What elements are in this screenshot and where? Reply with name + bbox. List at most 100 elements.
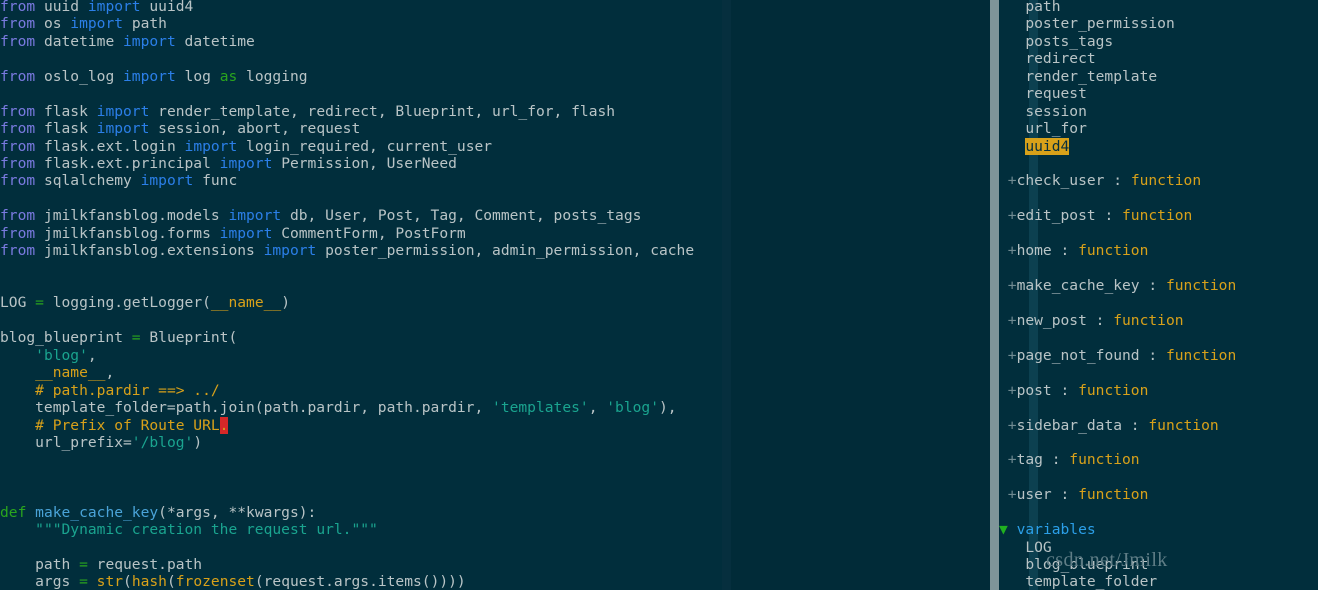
tagbar-indent	[999, 556, 1025, 573]
tagbar-item-template_folder[interactable]: template_folder	[999, 573, 1318, 590]
code-token: import	[87, 0, 150, 15]
tagbar-item-poster_permission[interactable]: poster_permission	[999, 15, 1318, 32]
code-token: blog_blueprint	[0, 329, 132, 347]
code-token: Blueprint(	[149, 329, 238, 347]
tagbar-spacer	[999, 155, 1318, 172]
code-line: from sqlalchemy import func	[0, 172, 694, 189]
source-code-text[interactable]: from uuid import uuid4 from os import pat…	[0, 0, 694, 590]
code-token: session, abort, request	[158, 120, 361, 138]
code-line: url_prefix='/blog')	[0, 434, 694, 451]
code-token: )	[281, 294, 290, 312]
tagbar-separator: :	[1095, 207, 1123, 225]
tagbar-item-home[interactable]: +home : function	[999, 242, 1318, 259]
editor-pane[interactable]: from uuid import uuid4 from os import pat…	[0, 0, 722, 590]
tagbar-item-user[interactable]: +user : function	[999, 486, 1318, 503]
expand-plus-icon[interactable]: +	[999, 312, 1017, 329]
tagbar-pane[interactable]: path poster_permission posts_tags redire…	[999, 0, 1318, 590]
tagbar-item-post[interactable]: +post : function	[999, 382, 1318, 399]
tagbar-separator: :	[1139, 346, 1166, 364]
tagbar-indent	[999, 138, 1025, 155]
code-line: from jmilkfansblog.extensions import pos…	[0, 242, 694, 259]
tagbar-item-label: poster_permission	[1025, 15, 1175, 33]
chevron-down-icon[interactable]: ▼	[999, 521, 1008, 538]
expand-plus-icon[interactable]: +	[999, 382, 1017, 399]
tagbar-separator: :	[1051, 486, 1079, 504]
tagbar-item-page_not_found[interactable]: +page_not_found : function	[999, 347, 1318, 364]
tagbar-separator: :	[1086, 311, 1114, 329]
code-token: from	[0, 67, 44, 85]
code-token: from	[0, 242, 44, 260]
code-token: from	[0, 224, 44, 242]
code-token: flask	[43, 102, 97, 120]
tagbar-item-tag[interactable]: +tag : function	[999, 451, 1318, 468]
tagbar-item-request[interactable]: request	[999, 85, 1318, 102]
tagbar-item-edit_post[interactable]: +edit_post : function	[999, 207, 1318, 224]
tagbar-item-new_post[interactable]: +new_post : function	[999, 312, 1318, 329]
tagbar-item-path[interactable]: path	[999, 0, 1318, 15]
expand-plus-icon[interactable]: +	[999, 172, 1017, 189]
expand-plus-icon[interactable]: +	[999, 207, 1017, 224]
code-token: ,	[87, 346, 97, 364]
tagbar-item-uuid4[interactable]: uuid4	[999, 137, 1318, 155]
tagbar-item-sidebar_data[interactable]: +sidebar_data : function	[999, 417, 1318, 434]
tagbar-item-type: function	[1078, 242, 1149, 260]
tagbar-indent	[999, 33, 1025, 50]
expand-plus-icon[interactable]: +	[999, 486, 1017, 503]
tagbar-item-label: url_for	[1025, 120, 1087, 138]
tagbar-item-make_cache_key[interactable]: +make_cache_key : function	[999, 277, 1318, 294]
tagbar-item-session[interactable]: session	[999, 103, 1318, 120]
code-token: ),	[658, 399, 677, 417]
tagbar-folder-label: variables	[1007, 521, 1096, 539]
tagbar-item-label: template_folder	[1025, 573, 1158, 590]
code-token: jmilkfansblog.forms	[43, 224, 220, 242]
code-line: from flask import session, abort, reques…	[0, 120, 694, 137]
tagbar-item-LOG[interactable]: LOG	[999, 539, 1318, 556]
code-line: """Dynamic creation the request url."""	[0, 521, 694, 538]
expand-plus-icon[interactable]: +	[999, 347, 1017, 364]
expand-plus-icon[interactable]: +	[999, 277, 1017, 294]
tagbar-indent	[999, 120, 1025, 137]
expand-plus-icon[interactable]: +	[999, 451, 1017, 468]
code-line: from flask import render_template, redir…	[0, 103, 694, 120]
tagbar-item-redirect[interactable]: redirect	[999, 50, 1318, 67]
code-token: uuid	[43, 0, 88, 15]
expand-plus-icon[interactable]: +	[999, 417, 1017, 434]
tagbar-separator: :	[1122, 416, 1149, 434]
code-token: =	[79, 573, 97, 590]
vim-editor-window: from uuid import uuid4 from os import pat…	[0, 0, 1318, 590]
tagbar-item-label: path	[1025, 0, 1061, 15]
code-token: import	[263, 242, 326, 260]
code-line: # path.pardir ==> ../	[0, 382, 694, 399]
vertical-scrollbar[interactable]	[990, 0, 999, 590]
tagbar-item-type: function	[1130, 172, 1202, 190]
tagbar-folder-variables[interactable]: ▼ variables	[999, 521, 1318, 538]
tagbar-item-check_user[interactable]: +check_user : function	[999, 172, 1318, 189]
tagbar-item-blog_blueprint[interactable]: blog_blueprint	[999, 556, 1318, 573]
tagbar-item-render_template[interactable]: render_template	[999, 68, 1318, 85]
tagbar-spacer	[999, 504, 1318, 521]
code-token: '/blog'	[131, 433, 194, 451]
tagbar-item-type: function	[1165, 346, 1237, 364]
tagbar-item-label: edit_post	[1016, 207, 1096, 225]
tagbar-item-url_for[interactable]: url_for	[999, 120, 1318, 137]
code-token: datetime	[43, 32, 124, 50]
tagbar-indent	[999, 68, 1025, 85]
code-line: # Prefix of Route URL.	[0, 416, 694, 434]
tagbar-separator: :	[1042, 451, 1070, 469]
tagbar-list[interactable]: path poster_permission posts_tags redire…	[999, 0, 1318, 590]
expand-plus-icon[interactable]: +	[999, 242, 1017, 259]
code-token: flask	[43, 120, 97, 138]
code-token: # Prefix of Route URL	[35, 416, 220, 434]
tagbar-item-posts_tags[interactable]: posts_tags	[999, 33, 1318, 50]
tagbar-spacer	[999, 399, 1318, 416]
code-token: def	[0, 503, 36, 521]
code-token: template_folder=path.join(path.pardir, p…	[0, 399, 493, 417]
code-line: from os import path	[0, 15, 694, 32]
tagbar-indent	[999, 103, 1025, 120]
code-token: =	[131, 329, 150, 347]
tagbar-item-label: tag	[1016, 451, 1043, 469]
